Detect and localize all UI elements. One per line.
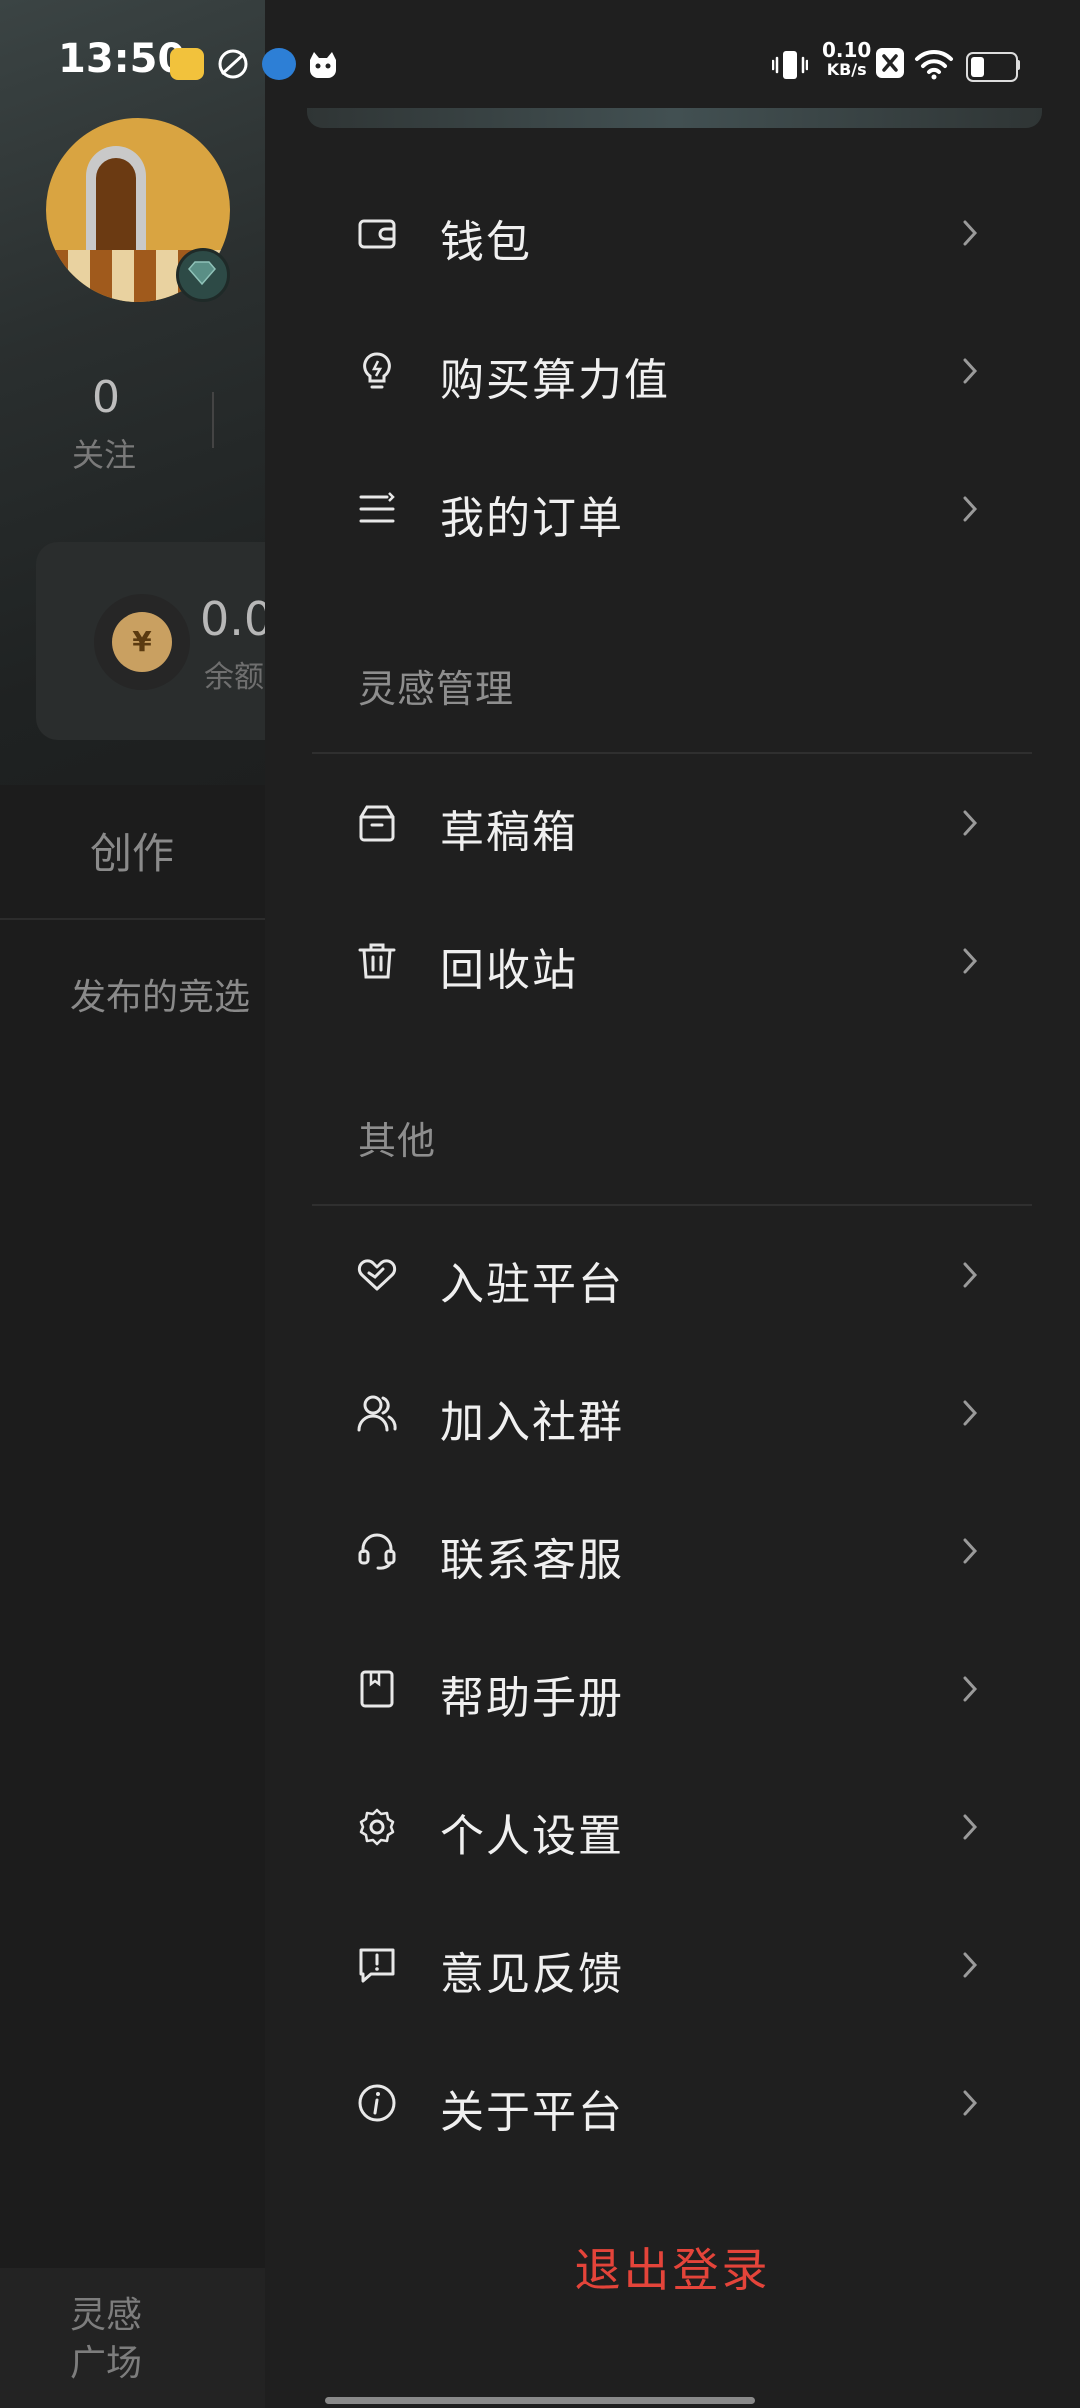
menu-item-settings[interactable]: 个人设置 <box>265 1758 1080 1896</box>
published-text: 发布的竞选 <box>70 977 251 1018</box>
status-bar: 13:50 0.10 KB/s <box>0 0 1080 124</box>
menu-item-join-platform[interactable]: 入驻平台 <box>265 1206 1080 1344</box>
chevron-right-icon <box>963 1262 978 1288</box>
xiaohongshu-app-icon <box>170 48 204 80</box>
menu-item-join-community[interactable]: 加入社群 <box>265 1344 1080 1482</box>
follow-label: 关注 <box>72 436 137 474</box>
tab-divider <box>0 918 300 920</box>
network-speed: 0.10 KB/s <box>822 38 872 79</box>
menu-label-feedback: 意见反馈 <box>440 1949 624 2000</box>
wallet-icon <box>358 219 396 249</box>
gear-icon <box>359 1808 395 1846</box>
sim-x-icon <box>876 48 904 78</box>
chevron-right-icon <box>963 1538 978 1564</box>
menu-label-drafts: 草稿箱 <box>440 807 578 858</box>
browser-app-icon <box>262 48 296 80</box>
battery-cap <box>1016 60 1020 70</box>
feedback-icon <box>359 1948 395 1983</box>
bottom-nav <box>0 2268 300 2408</box>
status-time: 13:50 <box>58 36 186 82</box>
orders-icon <box>359 492 395 523</box>
menu-label-join-platform: 入驻平台 <box>440 1259 624 1310</box>
chevron-right-icon <box>963 1952 978 1978</box>
headset-icon <box>358 1533 396 1570</box>
coin-icon: ¥ <box>94 594 190 690</box>
drafts-box-icon <box>359 805 395 842</box>
chevron-right-icon <box>963 2090 978 2116</box>
handshake-icon <box>357 1259 397 1291</box>
tab-create[interactable]: 创作 <box>90 820 174 881</box>
balance-amount: 0.0 <box>200 592 274 646</box>
battery-fill <box>971 57 984 77</box>
group-icon <box>357 1395 397 1432</box>
menu-label-join-community: 加入社群 <box>440 1397 624 1448</box>
section-title-other: 其他 <box>358 1119 437 1163</box>
menu-item-help-manual[interactable]: 帮助手册 <box>265 1620 1080 1758</box>
balance-label: 余额 <box>204 660 264 695</box>
home-indicator[interactable] <box>325 2397 755 2404</box>
vibrate-icon <box>771 48 809 80</box>
menu-item-buy-compute[interactable]: 购买算力值 <box>265 302 1080 440</box>
trash-icon <box>358 943 396 979</box>
menu-label-customer-service: 联系客服 <box>440 1535 624 1586</box>
chevron-right-icon <box>963 810 978 836</box>
menu-label-about: 关于平台 <box>440 2087 624 2138</box>
menu-item-wallet[interactable]: 钱包 <box>265 164 1080 302</box>
side-drawer: 钱包 购买算力值 我的订单 灵感管理 草稿箱 回收站 其他 入驻平台 加入社群 <box>265 0 1080 2408</box>
menu-label-settings: 个人设置 <box>440 1811 624 1862</box>
menu-label-trash: 回收站 <box>440 945 578 996</box>
chevron-right-icon <box>963 496 978 522</box>
vip-diamond-icon <box>176 248 230 302</box>
cat-app-icon <box>306 48 340 80</box>
menu-label-orders: 我的订单 <box>440 493 624 544</box>
menu-item-trash[interactable]: 回收站 <box>265 892 1080 1030</box>
lightbulb-icon <box>363 352 391 389</box>
chevron-right-icon <box>963 220 978 246</box>
manual-icon <box>360 1670 394 1708</box>
chevron-right-icon <box>963 1814 978 1840</box>
menu-item-about[interactable]: 关于平台 <box>265 2034 1080 2172</box>
chevron-right-icon <box>963 1676 978 1702</box>
chevron-right-icon <box>963 1400 978 1426</box>
section-title-inspiration: 灵感管理 <box>358 667 515 711</box>
menu-item-customer-service[interactable]: 联系客服 <box>265 1482 1080 1620</box>
logout-button[interactable]: 退出登录 <box>265 2234 1080 2300</box>
chevron-right-icon <box>963 948 978 974</box>
orbit-app-icon <box>216 48 250 80</box>
chevron-right-icon <box>963 358 978 384</box>
menu-label-help-manual: 帮助手册 <box>440 1673 624 1724</box>
menu-item-feedback[interactable]: 意见反馈 <box>265 1896 1080 2034</box>
battery-icon <box>966 52 1018 82</box>
info-icon <box>358 2084 396 2122</box>
stat-divider <box>212 392 214 448</box>
follow-count[interactable]: 0 <box>92 372 120 423</box>
menu-label-wallet: 钱包 <box>440 217 532 268</box>
menu-label-buy-compute: 购买算力值 <box>440 355 670 406</box>
bottom-nav-inspiration[interactable]: 灵感 广场 <box>70 2292 150 2388</box>
menu-item-drafts[interactable]: 草稿箱 <box>265 754 1080 892</box>
menu-item-orders[interactable]: 我的订单 <box>265 440 1080 578</box>
wifi-icon <box>914 48 954 80</box>
